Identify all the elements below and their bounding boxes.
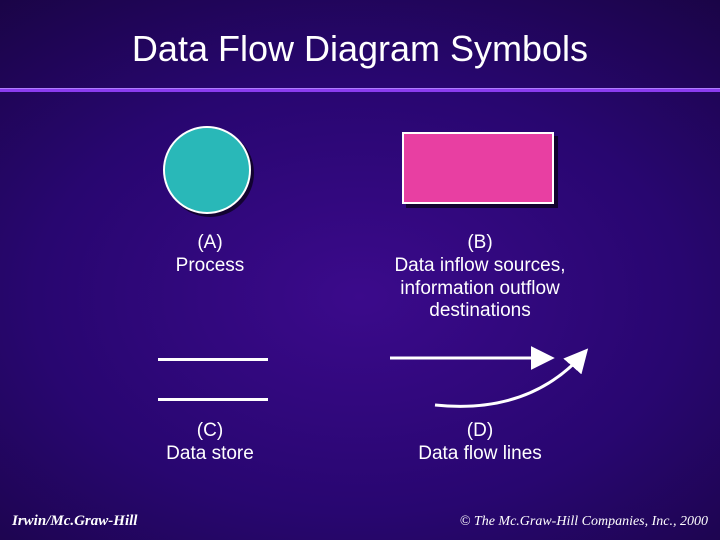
label-source-sink: (B) Data inflow sources, information out… (360, 232, 600, 323)
label-process: (A) Process (90, 232, 330, 278)
label-data-store: (C) Data store (90, 420, 330, 466)
footer-left: Irwin/Mc.Graw-Hill (12, 513, 137, 530)
flow-line-curved (435, 352, 585, 406)
data-flow-lines-symbol (380, 340, 610, 420)
data-store-symbol-line-bottom (158, 398, 268, 401)
label-c-text: Data store (90, 443, 330, 466)
label-a-tag: (A) (90, 232, 330, 255)
slide: Data Flow Diagram Symbols (A) Process (B… (0, 0, 720, 540)
label-c-tag: (C) (90, 420, 330, 443)
label-b-tag: (B) (360, 232, 600, 255)
label-d-tag: (D) (360, 420, 600, 443)
label-a-text: Process (90, 255, 330, 278)
process-symbol-circle (163, 126, 251, 214)
label-b-text: Data inflow sources, information outflow… (360, 255, 600, 323)
label-d-text: Data flow lines (360, 443, 600, 466)
label-flow-lines: (D) Data flow lines (360, 420, 600, 466)
source-sink-symbol-rect (402, 132, 554, 204)
data-store-symbol-line-top (158, 358, 268, 361)
footer-right: © The Mc.Graw-Hill Companies, Inc., 2000 (460, 514, 708, 530)
title-rule (0, 88, 720, 92)
page-title: Data Flow Diagram Symbols (0, 28, 720, 70)
